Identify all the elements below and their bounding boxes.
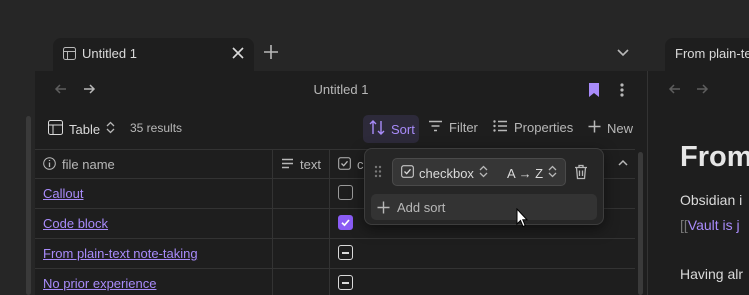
column-divider: [272, 179, 273, 209]
layout-switcher[interactable]: Table: [48, 120, 115, 138]
note-paragraph: Having alr: [680, 266, 744, 282]
note-paragraph: Obsidian i: [680, 192, 743, 208]
bookmark-icon[interactable]: [584, 80, 604, 100]
column-divider: [272, 239, 273, 269]
row-checkbox[interactable]: [338, 215, 353, 230]
close-icon[interactable]: [229, 44, 247, 62]
tab-title: From plain-te: [675, 46, 749, 61]
table-icon: [48, 120, 63, 138]
tab-untitled-1[interactable]: Untitled 1: [53, 38, 254, 72]
file-link[interactable]: Callout: [43, 186, 83, 201]
table-row[interactable]: From plain-text note-taking: [35, 239, 635, 269]
row-checkbox[interactable]: [338, 185, 353, 200]
info-icon: [43, 156, 56, 173]
new-label: New: [607, 120, 634, 136]
checkbox-icon: [401, 165, 414, 181]
row-checkbox[interactable]: [338, 275, 353, 290]
add-sort-button[interactable]: Add sort: [371, 194, 597, 220]
sort-direction-select[interactable]: A → Z: [507, 165, 557, 181]
forward-arrow-icon[interactable]: [692, 79, 712, 99]
column-divider: [329, 179, 330, 209]
trash-icon[interactable]: [574, 164, 588, 185]
view-header: Untitled 1: [35, 71, 647, 109]
table-row[interactable]: No prior experience: [35, 269, 635, 295]
chevron-updown-icon: [479, 165, 488, 181]
view-title: Untitled 1: [313, 82, 369, 97]
right-editor-pane: From Obsidian i [[Vault is j Having alr: [648, 71, 749, 295]
checkbox-icon: [338, 156, 351, 173]
chevron-down-icon[interactable]: [613, 43, 633, 63]
text-lines-icon: [281, 157, 294, 172]
filter-button[interactable]: Filter: [428, 120, 478, 135]
sort-rule: checkbox A → Z: [392, 158, 566, 186]
file-link[interactable]: No prior experience: [43, 276, 156, 291]
left-sidebar-strip: [0, 71, 35, 295]
chevron-updown-icon: [548, 165, 557, 181]
link-bracket: [[: [680, 217, 688, 233]
column-divider: [329, 239, 330, 269]
chevron-up-icon[interactable]: [616, 156, 630, 175]
filter-icon: [428, 120, 443, 135]
table-scrollbar[interactable]: [638, 152, 643, 295]
more-options-icon[interactable]: [612, 80, 632, 100]
sort-button[interactable]: Sort: [369, 120, 415, 138]
column-divider: [272, 269, 273, 295]
column-label: file name: [62, 157, 115, 172]
column-divider: [272, 209, 273, 239]
chevron-updown-icon: [106, 121, 115, 137]
results-count: 35 results: [130, 121, 183, 135]
checkmark-icon: [341, 219, 350, 227]
properties-button[interactable]: Properties: [493, 120, 573, 135]
tab-title: Untitled 1: [82, 46, 137, 61]
sort-label: Sort: [391, 121, 415, 137]
layout-label: Table: [69, 121, 101, 137]
drag-handle-icon[interactable]: [374, 165, 382, 183]
list-icon: [493, 120, 508, 135]
sort-direction-label: A → Z: [507, 165, 544, 181]
column-divider: [329, 269, 330, 295]
tab-from-plain-text[interactable]: From plain-te: [665, 38, 749, 72]
column-label: text: [300, 157, 321, 172]
note-internal-link[interactable]: [[Vault is j: [680, 217, 740, 233]
new-button[interactable]: New: [588, 120, 633, 136]
plus-icon: [377, 198, 390, 219]
link-text[interactable]: Vault is j: [688, 217, 740, 233]
left-scrollbar[interactable]: [26, 116, 31, 295]
sort-property-label: checkbox: [419, 165, 474, 181]
properties-label: Properties: [514, 120, 574, 135]
file-link[interactable]: Code block: [43, 216, 108, 231]
column-divider: [329, 209, 330, 239]
sort-icon: [369, 120, 385, 138]
note-heading: From: [680, 141, 749, 173]
filter-label: Filter: [449, 120, 478, 135]
file-link[interactable]: From plain-text note-taking: [43, 246, 198, 261]
plus-icon: [588, 120, 601, 136]
new-tab-button[interactable]: [261, 42, 281, 62]
bases-toolbar: Table 35 results Sort Filter Properties …: [35, 112, 647, 146]
title-bar: [0, 0, 749, 31]
mouse-cursor-icon: [516, 207, 529, 233]
add-sort-label: Add sort: [397, 200, 446, 215]
column-header-file-name[interactable]: file name: [35, 150, 272, 179]
sort-menu: checkbox A → Z Add sort: [364, 148, 604, 225]
column-header-text[interactable]: text: [272, 150, 329, 179]
sort-property-select[interactable]: checkbox: [401, 165, 488, 181]
back-arrow-icon[interactable]: [665, 79, 685, 99]
table-icon: [63, 47, 76, 65]
row-checkbox[interactable]: [338, 245, 353, 260]
